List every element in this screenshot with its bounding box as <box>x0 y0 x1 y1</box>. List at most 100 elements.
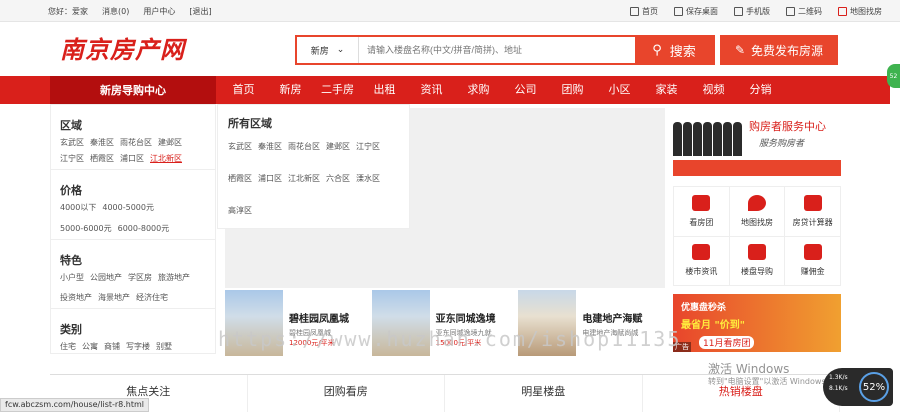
user-center-link[interactable]: 用户中心 <box>143 6 175 17</box>
type-link[interactable]: 住宅 <box>60 341 76 352</box>
search-bar: 新房 ⌄ ⚲ 搜索 <box>295 35 715 65</box>
price-title: 价格 <box>60 184 82 197</box>
upload-speed: 1.3K/s <box>829 374 848 381</box>
region-link[interactable]: 建邺区 <box>158 137 182 148</box>
tab-star[interactable]: 明星楼盘 <box>445 375 643 412</box>
nav-item[interactable]: 小区 <box>596 76 643 104</box>
nav-item[interactable]: 视频 <box>690 76 737 104</box>
qrcode-icon <box>786 7 795 16</box>
top-bar: 您好：爱家 消息(0) 用户中心 [退出] 首页 保存桌面 手机版 二维码 地图… <box>0 0 900 22</box>
flyout-region-link[interactable]: 建邺区 <box>326 141 350 152</box>
price-link[interactable]: 4000以下 <box>60 202 96 213</box>
nav-item[interactable]: 团购 <box>549 76 596 104</box>
region-link[interactable]: 秦淮区 <box>90 137 114 148</box>
home-icon <box>630 7 639 16</box>
type-link[interactable]: 商铺 <box>104 341 120 352</box>
nav-item[interactable]: 公司 <box>502 76 549 104</box>
main-nav: 新房导购中心 首页 新房 二手房 出租 资讯 求购 公司 团购 小区 家装 视频… <box>0 76 890 104</box>
type-title: 类别 <box>60 323 82 336</box>
nav-item[interactable]: 求购 <box>455 76 502 104</box>
map-search-tile[interactable]: 地图找房 <box>729 187 786 237</box>
flyout-region-link[interactable]: 江北新区 <box>288 173 320 184</box>
feature-link[interactable]: 学区房 <box>128 272 152 283</box>
side-badge[interactable]: 52 <box>887 64 900 88</box>
type-link[interactable]: 公寓 <box>82 341 98 352</box>
usage-percent: 52% <box>859 372 889 402</box>
feature-link[interactable]: 海景地产 <box>98 292 130 303</box>
tab-group-buy[interactable]: 团购看房 <box>248 375 445 412</box>
nav-item[interactable]: 新房 <box>267 76 314 104</box>
mobile-link[interactable]: 手机版 <box>734 6 770 17</box>
region-link-active[interactable]: 江北新区 <box>150 153 182 164</box>
download-speed: 8.1K/s <box>829 385 848 392</box>
brush-icon <box>803 244 822 261</box>
messages-link[interactable]: 消息(0) <box>102 6 129 17</box>
price-section: 价格 4000以下 4000-5000元 5000-6000元 6000-800… <box>51 169 215 234</box>
service-subtitle: 服务购房者 <box>759 139 805 149</box>
user-links: 您好：爱家 消息(0) 用户中心 [退出] <box>48 6 212 17</box>
qrcode-link[interactable]: 二维码 <box>786 6 822 17</box>
type-link[interactable]: 写字楼 <box>126 341 150 352</box>
flyout-region-link[interactable]: 秦淮区 <box>258 141 282 152</box>
ad-line3: 11月看房团 <box>699 336 755 349</box>
nav-item[interactable]: 二手房 <box>314 76 361 104</box>
network-monitor[interactable]: 1.3K/s 8.1K/s 52% <box>823 368 893 406</box>
flyout-region-link[interactable]: 溧水区 <box>356 173 380 184</box>
header: 南京房产网 新房 ⌄ ⚲ 搜索 ✎ 免费发布房源 <box>0 22 900 76</box>
promo-ad[interactable]: 优惠盘秒杀 最省月 "价到" 11月看房团 广告 <box>673 294 841 352</box>
feature-link[interactable]: 旅游地产 <box>158 272 190 283</box>
price-link[interactable]: 6000-8000元 <box>118 223 170 234</box>
calculator-icon <box>803 194 822 211</box>
region-link[interactable]: 玄武区 <box>60 137 84 148</box>
edit-icon: ✎ <box>734 43 746 57</box>
price-link[interactable]: 4000-5000元 <box>102 202 154 213</box>
ad-line2: 最省月 "价到" <box>681 320 745 331</box>
region-link[interactable]: 浦口区 <box>120 153 144 164</box>
publish-button[interactable]: ✎ 免费发布房源 <box>720 35 838 65</box>
feature-link[interactable]: 经济住宅 <box>136 292 168 303</box>
flyout-region-link[interactable]: 高淳区 <box>228 205 252 216</box>
buyer-service-banner[interactable]: 购房者服务中心 服务购房者 <box>673 108 841 156</box>
phone-icon <box>734 7 743 16</box>
ad-line1: 优惠盘秒杀 <box>681 303 727 313</box>
flyout-region-link[interactable]: 栖霞区 <box>228 173 252 184</box>
home-link[interactable]: 首页 <box>630 6 658 17</box>
nav-item[interactable]: 出租 <box>361 76 408 104</box>
logout-link[interactable]: [退出] <box>189 6 211 17</box>
guide-center[interactable]: 新房导购中心 <box>50 76 216 104</box>
service-bar <box>673 160 841 176</box>
flyout-region-link[interactable]: 六合区 <box>326 173 350 184</box>
nav-item[interactable]: 资讯 <box>408 76 455 104</box>
property-guide-tile[interactable]: 楼盘导购 <box>729 236 786 286</box>
nav-item[interactable]: 家装 <box>643 76 690 104</box>
search-type-select[interactable]: 新房 ⌄ <box>297 37 359 63</box>
map-link[interactable]: 地图找房 <box>838 6 882 17</box>
feature-link[interactable]: 小户型 <box>60 272 84 283</box>
price-link[interactable]: 5000-6000元 <box>60 223 112 234</box>
region-link[interactable]: 雨花台区 <box>120 137 152 148</box>
nav-item[interactable]: 分销 <box>737 76 784 104</box>
flyout-links: 玄武区 秦淮区 雨花台区 建邺区 江宁区 栖霞区 浦口区 江北新区 六合区 溧水… <box>228 141 399 231</box>
property-name: 碧桂园凤凰城 <box>289 314 349 325</box>
flyout-region-link[interactable]: 江宁区 <box>356 141 380 152</box>
flyout-region-link[interactable]: 雨花台区 <box>288 141 320 152</box>
region-link[interactable]: 江宁区 <box>60 153 84 164</box>
save-desktop-link[interactable]: 保存桌面 <box>674 6 718 17</box>
map-pin-icon <box>747 194 766 211</box>
feature-link[interactable]: 投资地产 <box>60 292 92 303</box>
feature-link[interactable]: 公园地产 <box>90 272 122 283</box>
flyout-region-link[interactable]: 浦口区 <box>258 173 282 184</box>
commission-tile[interactable]: 赚佣金 <box>785 236 841 286</box>
loan-calculator-tile[interactable]: 房贷计算器 <box>785 187 841 237</box>
market-news-tile[interactable]: 楼市资讯 <box>674 236 730 286</box>
tour-group-tile[interactable]: 看房团 <box>674 187 730 237</box>
search-button[interactable]: ⚲ 搜索 <box>635 37 713 63</box>
site-logo[interactable]: 南京房产网 <box>60 30 185 65</box>
type-link[interactable]: 别墅 <box>156 341 172 352</box>
guide-icon <box>747 244 766 261</box>
flyout-region-link[interactable]: 玄武区 <box>228 141 252 152</box>
search-input[interactable] <box>359 37 635 63</box>
search-icon: ⚲ <box>652 42 662 58</box>
nav-item[interactable]: 首页 <box>220 76 267 104</box>
region-link[interactable]: 栖霞区 <box>90 153 114 164</box>
